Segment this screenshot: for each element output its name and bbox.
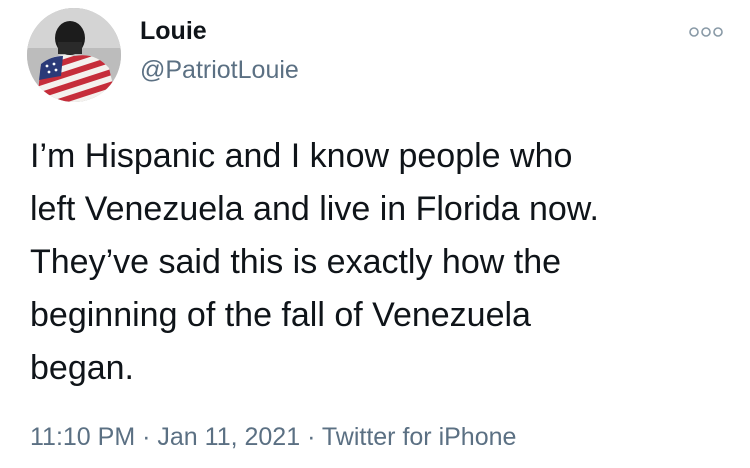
tweet-time[interactable]: 11:10 PM	[30, 423, 135, 451]
tweet-source[interactable]: Twitter for iPhone	[322, 423, 517, 451]
avatar-image-icon	[27, 8, 121, 102]
author-display-name[interactable]: Louie	[140, 17, 207, 46]
meta-separator: ·	[142, 423, 151, 451]
tweet-meta: 11:10 PM · Jan 11, 2021 · Twitter for iP…	[30, 423, 516, 452]
tweet-text-line: began.	[30, 349, 134, 387]
more-options-icon[interactable]	[688, 24, 724, 40]
tweet: Louie @PatriotLouie I’m Hispanic and I k…	[0, 0, 750, 468]
author-handle[interactable]: @PatriotLouie	[140, 56, 299, 85]
tweet-text-line: beginning of the fall of Venezuela	[30, 296, 531, 334]
tweet-text-line: left Venezuela and live in Florida now.	[30, 190, 599, 228]
tweet-text-line: They’ve said this is exactly how the	[30, 243, 562, 281]
tweet-text: I’m Hispanic and I know people who left …	[30, 130, 730, 395]
tweet-text-line: I’m Hispanic and I know people who	[30, 137, 573, 175]
avatar[interactable]	[27, 8, 121, 102]
meta-separator: ·	[307, 423, 316, 451]
tweet-date[interactable]: Jan 11, 2021	[157, 423, 300, 451]
